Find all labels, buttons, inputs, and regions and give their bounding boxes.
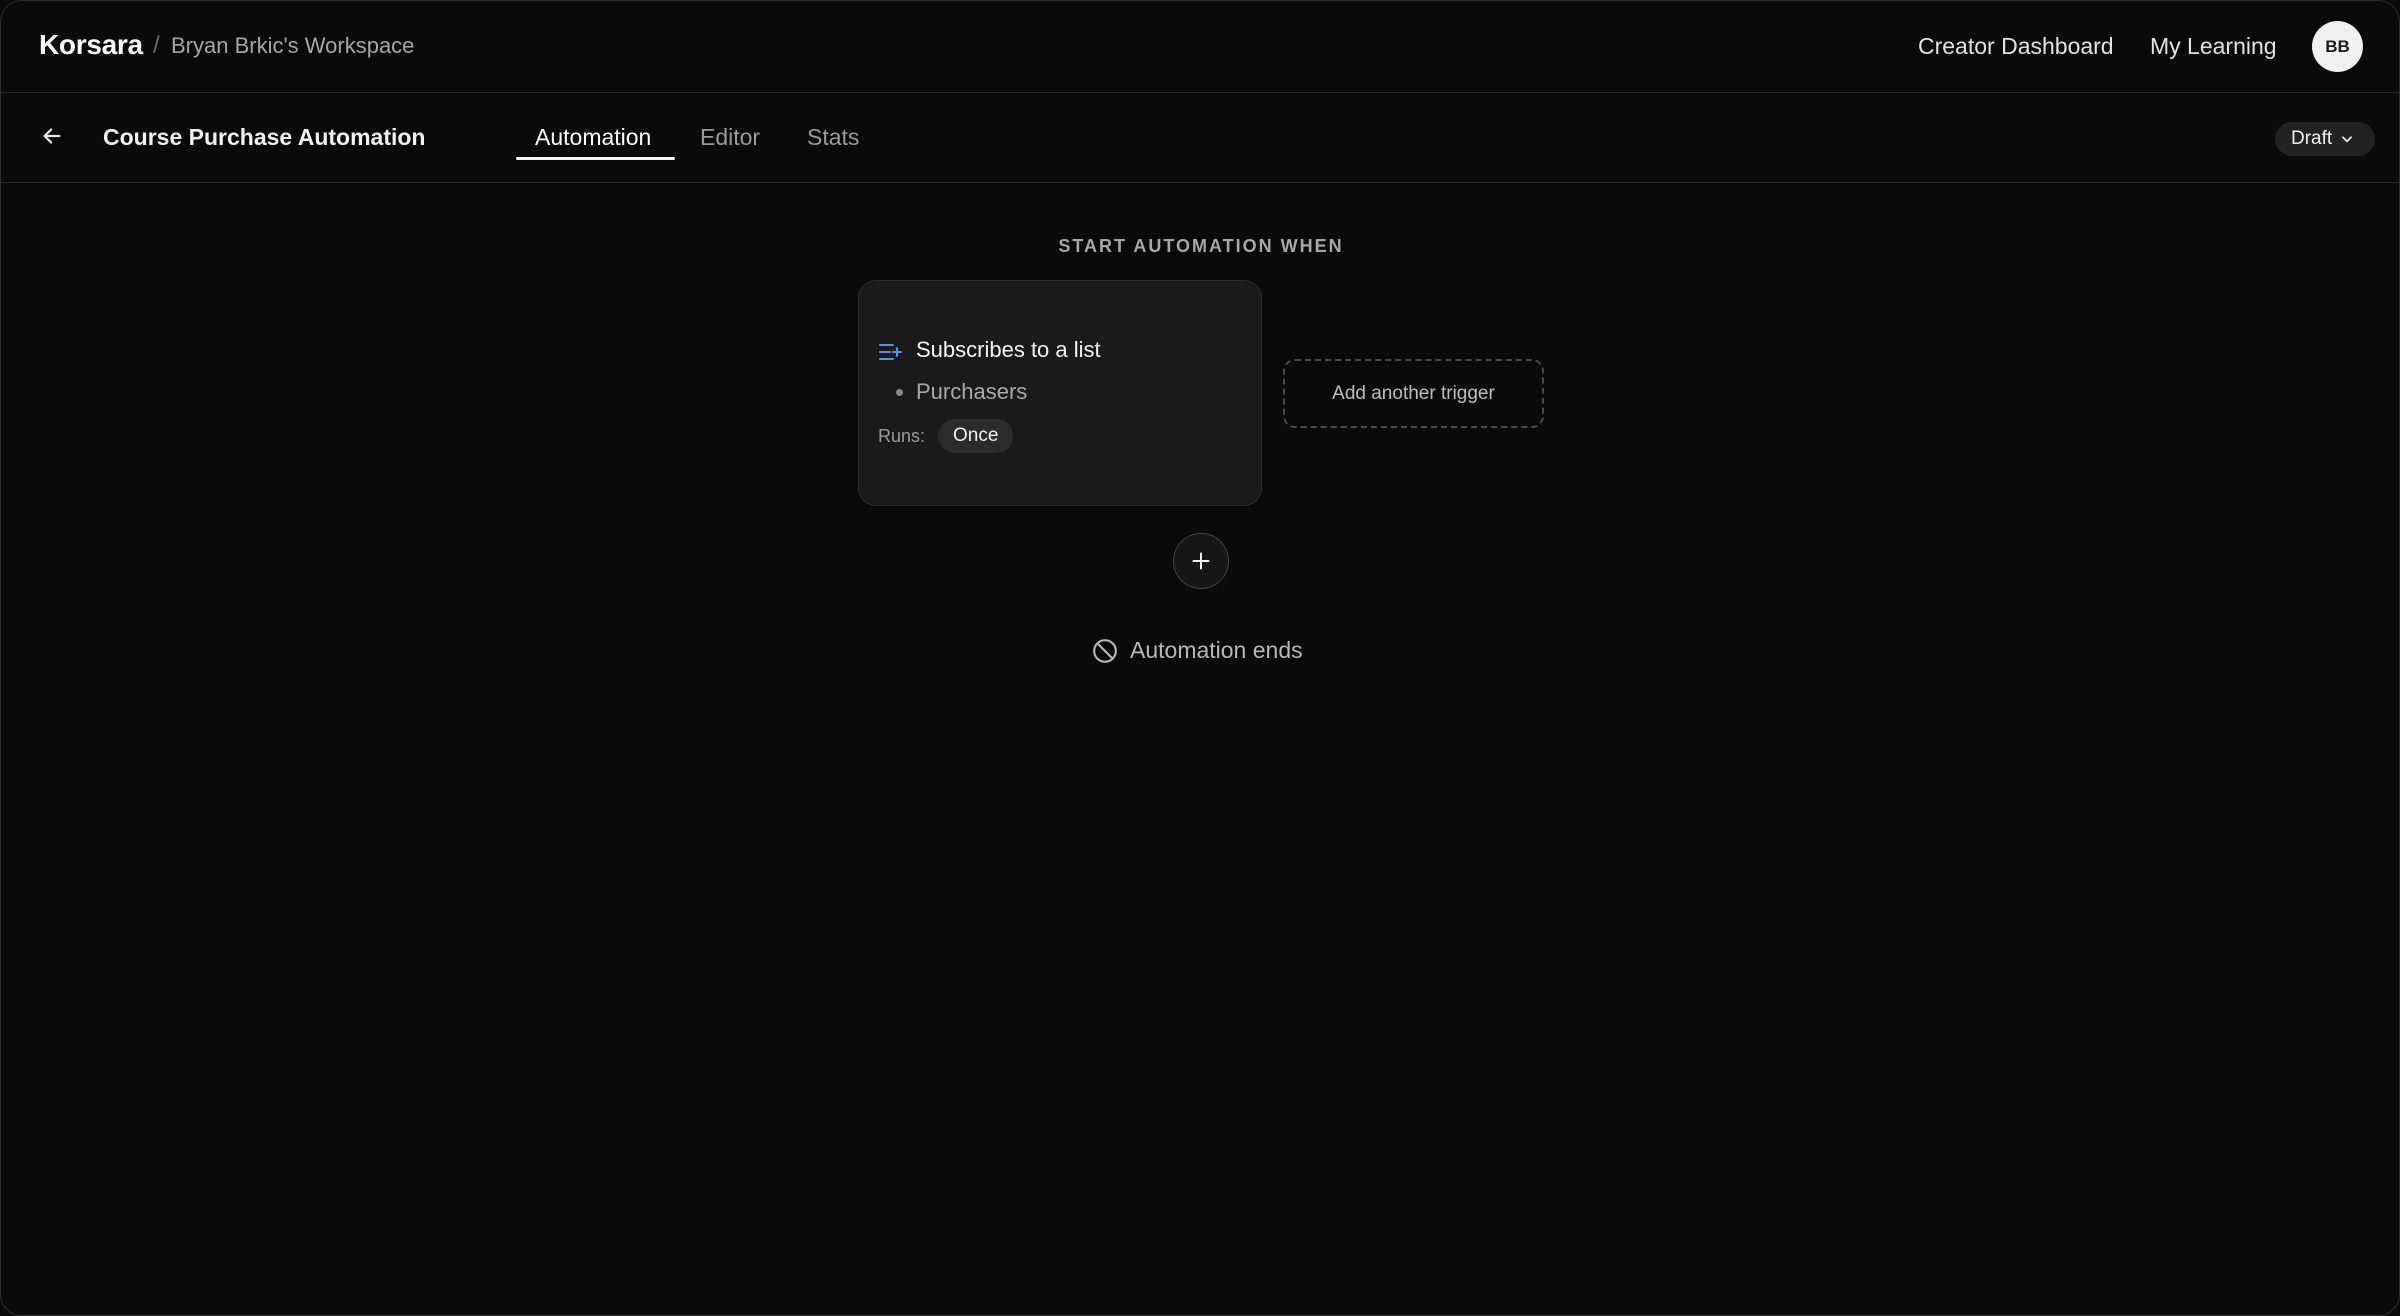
trigger-card[interactable]: Subscribes to a list Purchasers Runs: On… (858, 280, 1262, 506)
tab-automation[interactable]: Automation (535, 124, 651, 151)
plus-icon (1192, 552, 1210, 570)
add-step-button[interactable] (1173, 533, 1229, 589)
back-button[interactable] (37, 121, 67, 151)
list-add-icon (879, 344, 902, 360)
breadcrumb-separator: / (153, 32, 160, 59)
page-title: Course Purchase Automation (103, 124, 426, 150)
creator-dashboard-link[interactable]: Creator Dashboard (1918, 33, 2114, 60)
arrow-left-icon (43, 128, 61, 144)
trigger-list-name: Purchasers (916, 379, 1028, 404)
brand-logo[interactable]: Korsara (39, 29, 143, 61)
automation-ends-label: Automation ends (1130, 637, 1303, 663)
tab-stats[interactable]: Stats (807, 124, 859, 151)
top-bar: Korsara / Bryan Brkic's Workspace Creato… (1, 1, 2399, 93)
automation-end: Automation ends (1092, 637, 1303, 664)
app-window: Korsara / Bryan Brkic's Workspace Creato… (0, 0, 2400, 1316)
ban-icon (1093, 638, 1117, 663)
add-trigger-button[interactable]: Add another trigger (1283, 359, 1544, 428)
my-learning-link[interactable]: My Learning (2150, 33, 2277, 60)
tab-editor[interactable]: Editor (700, 124, 760, 151)
user-avatar[interactable]: BB (2312, 21, 2363, 72)
active-tab-indicator (516, 157, 675, 160)
runs-label: Runs: (878, 426, 926, 446)
chevron-down-icon (2342, 136, 2353, 143)
bullet-dot (896, 389, 903, 396)
automation-header: Course Purchase Automation Automation Ed… (1, 93, 2399, 183)
status-dropdown[interactable]: Draft (2275, 122, 2375, 156)
trigger-title: Subscribes to a list (916, 337, 1101, 362)
runs-badge[interactable]: Once (938, 419, 1014, 453)
status-label: Draft (2291, 128, 2333, 149)
trigger-section-label: START AUTOMATION WHEN (1058, 236, 1344, 256)
workspace-name[interactable]: Bryan Brkic's Workspace (171, 33, 414, 59)
